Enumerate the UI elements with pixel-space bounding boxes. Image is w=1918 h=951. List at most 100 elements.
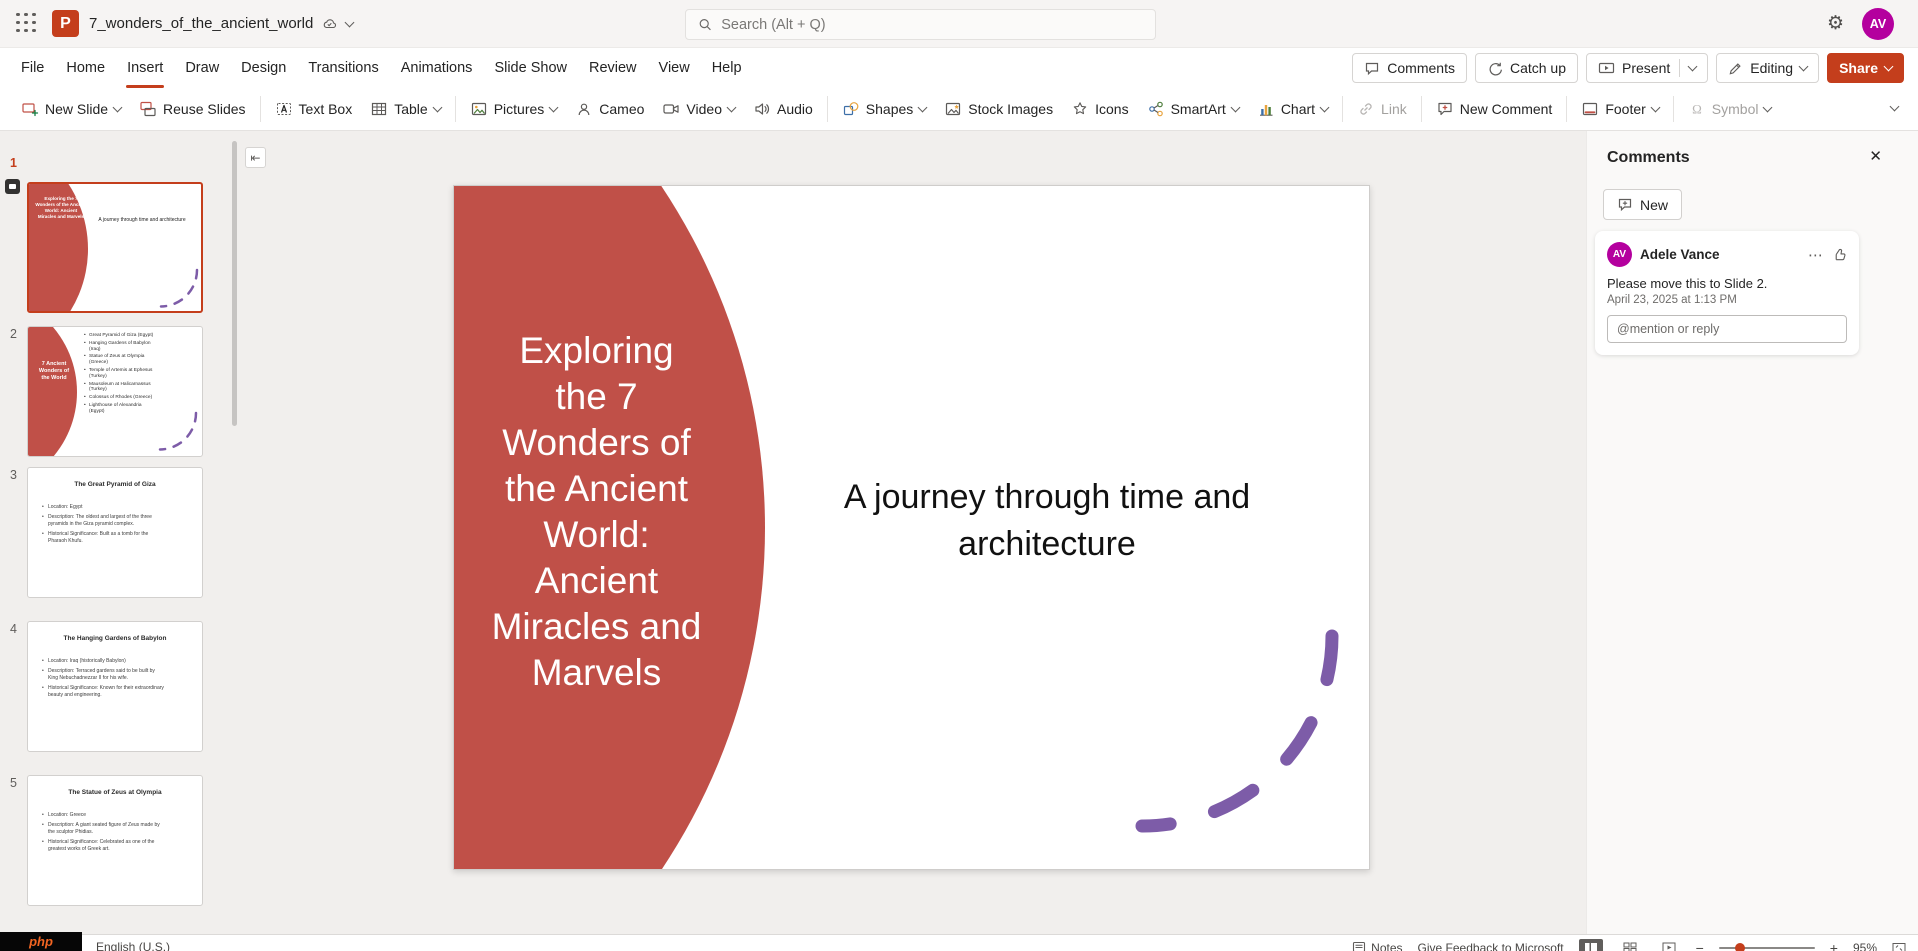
slide-number-2: 2 [10, 327, 17, 341]
ribbon-chart-button[interactable]: Chart [1248, 93, 1337, 125]
menu-tab-review[interactable]: Review [578, 48, 648, 88]
powerpoint-logo-icon: P [52, 10, 79, 37]
ribbon-video-button[interactable]: Video [653, 93, 744, 125]
ribbon-cameo-button[interactable]: Cameo [566, 93, 653, 125]
ribbon-reuse-slides-button[interactable]: Reuse Slides [130, 93, 255, 125]
menu-tab-file[interactable]: File [10, 48, 55, 88]
ribbon-shapes-button[interactable]: Shapes [833, 93, 935, 125]
language-button[interactable]: English (U.S.) [96, 940, 170, 951]
thumbnail-panel-scrollbar[interactable] [232, 141, 237, 426]
ribbon-link-button[interactable]: Link [1348, 93, 1416, 125]
menu-tab-draw[interactable]: Draw [174, 48, 230, 88]
catch-up-icon [1487, 61, 1503, 76]
status-bar-right: Notes Give Feedback to Microsoft − + 95% [1352, 939, 1906, 951]
zoom-slider[interactable] [1719, 947, 1815, 949]
slide-thumbnail-2[interactable]: 7 Ancient Wonders of the World Great Pyr… [27, 326, 203, 457]
menu-tab-home[interactable]: Home [55, 48, 116, 88]
ribbon-footer-button[interactable]: Footer [1572, 93, 1667, 125]
slide-subtitle-textbox[interactable]: A journey through time and architecture [797, 474, 1297, 568]
notes-button[interactable]: Notes [1352, 941, 1402, 951]
menu-tab-view[interactable]: View [648, 48, 701, 88]
zoom-in-button[interactable]: + [1830, 940, 1838, 951]
chevron-down-icon [1763, 103, 1773, 113]
menu-tab-transitions[interactable]: Transitions [297, 48, 389, 88]
grid-view-icon [1623, 942, 1637, 951]
menu-tab-design[interactable]: Design [230, 48, 297, 88]
ribbon-table-button[interactable]: Table [361, 93, 449, 125]
account-avatar[interactable]: AV [1862, 8, 1894, 40]
shapes-icon [842, 100, 860, 118]
ribbon-new-comment-button[interactable]: New Comment [1427, 93, 1562, 125]
normal-view-button[interactable] [1579, 939, 1603, 951]
settings-gear-icon[interactable]: ⚙ [1827, 12, 1844, 34]
comment-author-name: Adele Vance [1640, 247, 1800, 262]
search-bar[interactable] [685, 9, 1156, 40]
table-icon [370, 100, 388, 118]
ribbon-stock-images-button[interactable]: Stock Images [935, 93, 1062, 125]
present-button[interactable]: Present [1586, 53, 1708, 83]
slideshow-view-button[interactable] [1657, 939, 1681, 951]
chevron-down-icon [549, 103, 559, 113]
slide-thumbnail-3[interactable]: The Great Pyramid of Giza Location: Egyp… [27, 467, 203, 598]
new-slide-icon [21, 100, 39, 118]
menu-bar-right-controls: Comments Catch up Present Editing Share [1352, 53, 1904, 83]
ribbon-smartart-button[interactable]: SmartArt [1138, 93, 1248, 125]
slide-thumbnail-panel: 1 Exploring the 7 Wonders of the Ancient… [0, 131, 240, 934]
ribbon-insert-tab: New Slide Reuse Slides Text Box Table [0, 88, 1918, 131]
catch-up-button[interactable]: Catch up [1475, 53, 1578, 83]
thumb-decoration-circle [27, 326, 77, 457]
comment-bubble-icon [1364, 61, 1380, 76]
share-button[interactable]: Share [1827, 53, 1904, 83]
editing-chevron-icon [1799, 62, 1809, 72]
normal-view-icon [1584, 942, 1598, 951]
ribbon-text-box-button[interactable]: Text Box [266, 93, 362, 125]
zoom-percentage[interactable]: 95% [1853, 941, 1877, 951]
slide-canvas[interactable]: Exploring the 7 Wonders of the Ancient W… [453, 185, 1370, 870]
ribbon-audio-button[interactable]: Audio [744, 93, 822, 125]
audio-icon [753, 100, 771, 118]
title-chevron-down-icon[interactable] [345, 17, 355, 27]
ribbon-icons-button[interactable]: Icons [1062, 93, 1137, 125]
comments-toggle-button[interactable]: Comments [1352, 53, 1467, 83]
fit-to-window-icon[interactable] [1892, 942, 1906, 951]
slideshow-icon [1662, 942, 1676, 951]
close-comments-icon[interactable]: ✕ [1869, 147, 1882, 165]
footer-icon [1581, 100, 1599, 118]
new-comment-icon [1436, 100, 1454, 118]
present-chevron-icon[interactable] [1688, 62, 1698, 72]
comment-card: AV Adele Vance ⋯ Please move this to Sli… [1595, 231, 1859, 355]
search-input[interactable] [721, 17, 1143, 33]
comments-panel: Comments ✕ New AV Adele Vance ⋯ Please m… [1586, 131, 1918, 934]
ribbon-symbol-button[interactable]: Ω Symbol [1679, 93, 1781, 125]
menu-tab-animations[interactable]: Animations [390, 48, 484, 88]
slide-thumbnail-5[interactable]: The Statue of Zeus at Olympia Location: … [27, 775, 203, 906]
slide-thumbnail-4[interactable]: The Hanging Gardens of Babylon Location:… [27, 621, 203, 752]
slide-title-textbox[interactable]: Exploring the 7 Wonders of the Ancient W… [489, 328, 704, 696]
slide-thumbnail-1[interactable]: Exploring the 7 Wonders of the Ancient W… [27, 182, 203, 313]
pictures-icon [470, 100, 488, 118]
editing-mode-button[interactable]: Editing [1716, 53, 1819, 83]
menu-tab-help[interactable]: Help [701, 48, 753, 88]
ribbon-new-slide-button[interactable]: New Slide [12, 93, 130, 125]
notes-icon [1352, 941, 1366, 951]
menu-tab-slide-show[interactable]: Slide Show [483, 48, 578, 88]
feedback-button[interactable]: Give Feedback to Microsoft [1418, 941, 1564, 951]
comment-reply-input[interactable] [1607, 315, 1847, 343]
app-launcher-button[interactable] [16, 13, 38, 35]
svg-text:Ω: Ω [1692, 102, 1702, 117]
comment-like-icon[interactable] [1832, 247, 1847, 262]
taskbar-php-badge[interactable]: php [0, 932, 82, 951]
ribbon-pictures-button[interactable]: Pictures [461, 93, 567, 125]
present-icon [1598, 61, 1615, 76]
new-comment-button[interactable]: New [1603, 189, 1682, 220]
document-title[interactable]: 7_wonders_of_the_ancient_world [89, 15, 313, 32]
menu-tab-insert[interactable]: Insert [116, 48, 174, 88]
ribbon-collapse-chevron-icon[interactable] [1890, 102, 1900, 112]
zoom-out-button[interactable]: − [1696, 940, 1704, 951]
collapse-thumbnail-panel-button[interactable]: ⇤ [245, 147, 266, 168]
slide-sorter-view-button[interactable] [1618, 939, 1642, 951]
comment-more-options-icon[interactable]: ⋯ [1808, 246, 1824, 264]
slide-1-comment-badge[interactable] [5, 179, 20, 194]
zoom-slider-handle[interactable] [1735, 943, 1745, 951]
video-icon [662, 100, 680, 118]
